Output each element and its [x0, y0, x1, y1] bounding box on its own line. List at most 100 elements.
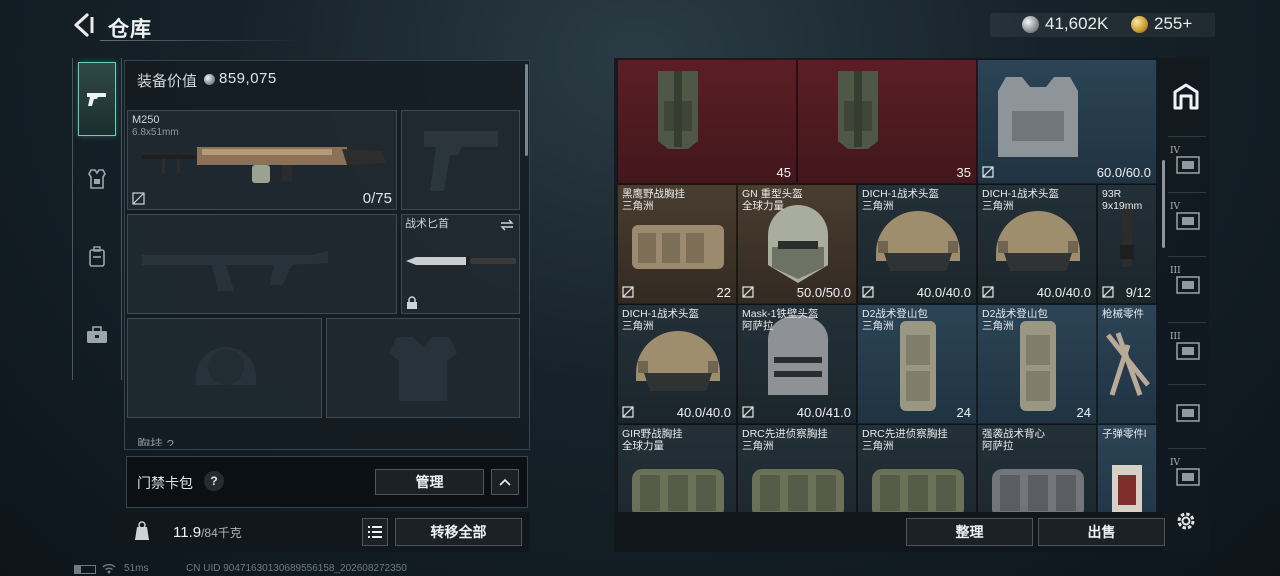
list-icon [368, 526, 382, 538]
storage-item[interactable]: 枪械零件 [1097, 304, 1157, 424]
equipment-scrollbar[interactable] [525, 64, 528, 156]
item-title: 强袭战术背心 [982, 428, 1045, 440]
item-name: 枪械零件 [1102, 308, 1144, 320]
primary-weapon-ammo: 0/75 [362, 190, 392, 207]
item-name: D2战术登山包 三角洲 [982, 308, 1048, 332]
no-insure-icon [982, 286, 994, 298]
item-name: 93R 9x19mm [1102, 188, 1142, 212]
item-name: DICH-1战术头盔 三角洲 [982, 188, 1059, 212]
nav-case[interactable] [78, 298, 116, 372]
item-title: DICH-1战术头盔 [622, 308, 700, 320]
melee-slot[interactable]: 战术匕首 [401, 214, 520, 314]
storage-item[interactable]: 60.0/60.0 [977, 60, 1157, 184]
item-name: 黑鹰野战胸挂 三角洲 [622, 188, 685, 212]
storage-item[interactable]: DRC先进侦察胸挂 三角洲 [737, 424, 857, 512]
gold-currency[interactable]: 255+ [1131, 14, 1192, 34]
item-title: DICH-1战术头盔 [862, 188, 940, 200]
storage-item[interactable]: 强袭战术背心 阿萨拉 [977, 424, 1097, 512]
silver-amount: 41,602K [1045, 14, 1109, 33]
pistol-placeholder-icon [424, 131, 498, 191]
swap-icon[interactable] [500, 219, 514, 231]
storage-item[interactable]: DRC先进侦察胸挂 三角洲 [857, 424, 977, 512]
wifi-icon [102, 564, 116, 574]
item-image [1106, 332, 1150, 396]
storage-item[interactable]: DICH-1战术头盔 三角洲 40.0/40.0 [617, 304, 737, 424]
no-insure-icon [742, 406, 754, 418]
secondary-weapon-slot[interactable] [127, 214, 397, 314]
ping-text: 51ms [124, 563, 149, 574]
stash-home-button[interactable] [1168, 78, 1204, 114]
machine-gun-image [142, 147, 386, 183]
storage-grid: 45 35 60.0/60.0 黑鹰野战胸挂 三角洲 22 GN 重型头盔 全球力量 50.0/… [617, 60, 1157, 512]
item-name: 强袭战术背心 阿萨拉 [982, 428, 1045, 452]
container-tab[interactable]: III [1168, 264, 1204, 300]
container-tab[interactable] [1168, 392, 1204, 428]
item-stat: 22 [716, 285, 731, 300]
no-insure-icon [132, 192, 145, 205]
value-coin-icon [204, 74, 215, 85]
pistol-icon [87, 93, 106, 106]
nav-weapons[interactable] [78, 62, 116, 136]
gold-coin-icon [1131, 15, 1148, 33]
storage-item[interactable]: 子弹零件l [1097, 424, 1157, 512]
transfer-all-button[interactable]: 转移全部 [395, 518, 522, 546]
item-stat: 45 [776, 165, 791, 180]
item-subtitle: 三角洲 [982, 320, 1014, 332]
list-view-button[interactable] [362, 518, 388, 546]
item-title: GIR野战胸挂 [622, 428, 683, 440]
storage-item[interactable]: GN 重型头盔 全球力量 50.0/50.0 [737, 184, 857, 304]
stash-icon [1173, 83, 1199, 110]
storage-item[interactable]: 45 [617, 60, 797, 184]
lock-icon [407, 296, 417, 309]
storage-item[interactable]: 35 [797, 60, 977, 184]
backpack-icon [89, 246, 105, 267]
item-stat: 35 [956, 165, 971, 180]
pistol-slot[interactable] [401, 110, 520, 210]
item-stat: 40.0/40.0 [676, 405, 731, 420]
item-title: D2战术登山包 [862, 308, 928, 320]
container-tab[interactable]: IV [1168, 144, 1204, 180]
armor-slot[interactable] [326, 318, 520, 418]
nav-armor[interactable] [78, 142, 116, 216]
expand-button[interactable] [491, 469, 519, 495]
storage-item[interactable]: GIR野战胸挂 全球力量 [617, 424, 737, 512]
storage-scrollbar[interactable] [1162, 160, 1165, 248]
storage-item[interactable]: Mask-1铁壁头盔 阿萨拉 40.0/41.0 [737, 304, 857, 424]
storage-item[interactable]: D2战术登山包 三角洲 24 [977, 304, 1097, 424]
back-arrow-icon[interactable] [70, 12, 96, 38]
container-tab[interactable]: IV [1168, 200, 1204, 236]
storage-item[interactable]: DICH-1战术头盔 三角洲 40.0/40.0 [857, 184, 977, 304]
container-tab[interactable]: III [1168, 330, 1204, 366]
container-tier: III [1170, 332, 1181, 342]
silver-currency[interactable]: 41,602K [1022, 14, 1108, 34]
container-icon [1176, 404, 1200, 422]
item-title: Mask-1铁壁头盔 [742, 308, 819, 320]
keycard-help-button[interactable]: ? [204, 471, 224, 491]
sell-button[interactable]: 出售 [1038, 518, 1165, 546]
nav-backpack[interactable] [78, 220, 116, 294]
storage-item[interactable]: DICH-1战术头盔 三角洲 40.0/40.0 [977, 184, 1097, 304]
item-stat: 9/12 [1125, 285, 1151, 300]
weight-current: 11.9 [173, 524, 202, 541]
item-subtitle: 阿萨拉 [982, 440, 1014, 452]
item-subtitle: 三角洲 [862, 440, 894, 452]
primary-weapon-slot[interactable]: M250 6.8x51mm 0/75 [127, 110, 397, 210]
item-name: DICH-1战术头盔 三角洲 [622, 308, 699, 332]
no-insure-icon [862, 286, 874, 298]
storage-item[interactable]: 93R 9x19mm 9/12 [1097, 184, 1157, 304]
item-name: 子弹零件l [1102, 428, 1146, 440]
item-subtitle: 阿萨拉 [742, 320, 774, 332]
storage-item[interactable]: D2战术登山包 三角洲 24 [857, 304, 977, 424]
tab-divider [1168, 448, 1206, 449]
sort-button[interactable]: 整理 [906, 518, 1033, 546]
tab-divider [1168, 256, 1206, 257]
settings-button[interactable] [1168, 503, 1204, 539]
no-insure-icon [622, 406, 634, 418]
item-subtitle: 全球力量 [622, 440, 664, 452]
item-stat: 60.0/60.0 [1096, 165, 1151, 180]
manage-button[interactable]: 管理 [375, 469, 484, 495]
item-stat: 40.0/40.0 [1036, 285, 1091, 300]
helmet-slot[interactable] [127, 318, 322, 418]
storage-item[interactable]: 黑鹰野战胸挂 三角洲 22 [617, 184, 737, 304]
container-tab[interactable]: IV [1168, 456, 1204, 492]
